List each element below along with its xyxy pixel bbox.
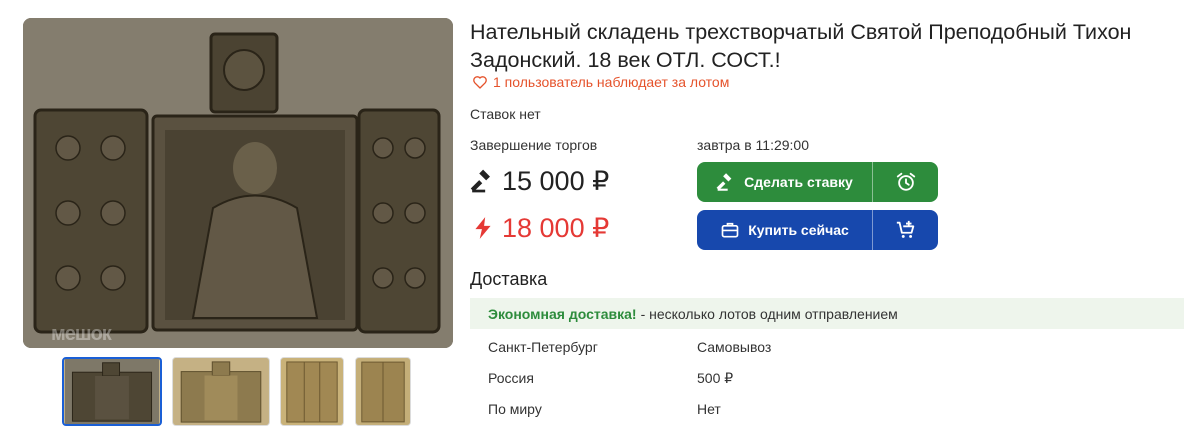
- triptych-image: [23, 18, 453, 348]
- buy-now-button[interactable]: Купить сейчас: [697, 210, 872, 250]
- thumbnail-2[interactable]: [172, 357, 270, 426]
- current-price-value: 15 000 ₽: [502, 166, 610, 196]
- reminder-button[interactable]: [872, 162, 938, 202]
- buynow-price: 18 000 ₽: [470, 210, 609, 246]
- delivery-cost: Самовывоз: [697, 339, 772, 355]
- buy-button-group: Купить сейчас: [697, 210, 938, 250]
- gavel-icon: [470, 169, 490, 193]
- watchers-link[interactable]: 1 пользователь наблюдает за лотом: [472, 74, 729, 90]
- lightning-icon: [475, 217, 491, 239]
- promo-highlight[interactable]: Экономная доставка!: [488, 306, 637, 322]
- buynow-price-value: 18 000 ₽: [502, 213, 610, 243]
- watermark: мешок: [51, 323, 112, 345]
- current-price: 15 000 ₽: [470, 163, 609, 199]
- delivery-region: По миру: [488, 401, 542, 417]
- bids-status: Ставок нет: [470, 106, 541, 122]
- alarm-clock-icon: [896, 172, 915, 191]
- thumbnail-1[interactable]: [62, 357, 162, 426]
- thumbnail-3[interactable]: [280, 357, 344, 426]
- lot-title: Нательный складень трехстворчатый Святой…: [470, 20, 1132, 72]
- place-bid-label: Сделать ставку: [744, 174, 853, 190]
- buy-now-label: Купить сейчас: [748, 222, 849, 238]
- delivery-heading: Доставка: [470, 269, 548, 289]
- auction-end-value: завтра в 11:29:00: [697, 137, 809, 153]
- auction-end-label: Завершение торгов: [470, 137, 598, 153]
- delivery-cost: 500 ₽: [697, 370, 734, 386]
- delivery-region: Санкт-Петербург: [488, 339, 598, 355]
- cart-plus-icon: [896, 220, 914, 238]
- add-to-cart-button[interactable]: [872, 210, 938, 250]
- delivery-promo: Экономная доставка! - несколько лотов од…: [470, 298, 1184, 329]
- promo-text: - несколько лотов одним отправлением: [640, 305, 898, 322]
- main-photo[interactable]: мешок: [23, 18, 453, 348]
- delivery-cost: Нет: [697, 401, 721, 417]
- heart-icon: [473, 76, 487, 89]
- bid-button-group: Сделать ставку: [697, 162, 938, 202]
- watchers-text: 1 пользователь наблюдает за лотом: [493, 74, 730, 90]
- place-bid-button[interactable]: Сделать ставку: [697, 162, 872, 202]
- thumbnail-4[interactable]: [355, 357, 411, 426]
- image-gallery: мешок: [0, 0, 460, 426]
- briefcase-icon: [721, 222, 739, 238]
- delivery-region: Россия: [488, 370, 534, 386]
- gavel-icon: [716, 173, 732, 191]
- lot-details: Нательный складень трехстворчатый Святой…: [470, 0, 1184, 426]
